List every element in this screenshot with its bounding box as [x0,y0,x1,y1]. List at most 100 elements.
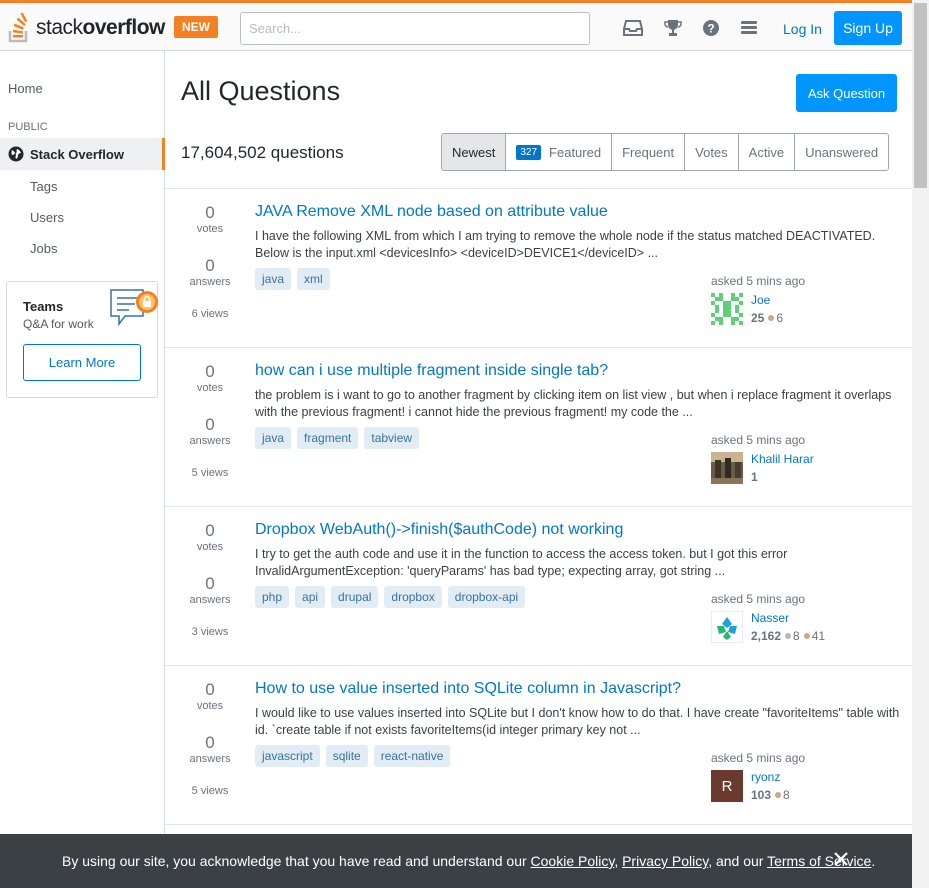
tag-sqlite[interactable]: sqlite [325,745,368,767]
view-count: 5 views [191,785,229,797]
user-name-link[interactable]: Joe [751,293,770,307]
vote-count: 0 votes [196,203,224,235]
site-switcher-icon[interactable] [738,18,760,38]
sidebar-item-jobs[interactable]: Jobs [30,241,57,256]
question-excerpt: I try to get the auth code and use it in… [255,547,788,578]
question-summary: 0 votes 0 answers 6 views JAVA Remove XM… [165,189,912,348]
tab-featured-label: Featured [549,144,602,160]
privacy-policy-link[interactable]: Privacy Policy [622,853,708,869]
asked-time: asked 5 mins ago [711,751,806,765]
tag-java[interactable]: java [255,427,292,449]
question-excerpt: the problem is i want to go to another f… [255,388,892,419]
user-reputation: 1 [751,470,758,484]
main-content: All Questions Ask Question 17,604,502 qu… [165,51,912,888]
tag-drupal[interactable]: drupal [331,586,379,608]
trophy-icon[interactable] [662,18,684,38]
page-title: All Questions [181,76,341,106]
tab-featured[interactable]: 327 Featured [505,134,611,170]
login-button[interactable]: Log In [775,17,830,41]
tag-java[interactable]: java [255,268,292,290]
asked-time: asked 5 mins ago [711,274,806,288]
user-avatar[interactable] [711,611,743,643]
tag-list: java fragment tabview [255,427,420,449]
ask-question-button[interactable]: Ask Question [796,74,897,112]
avatar-letter: R [721,777,733,795]
user-name-link[interactable]: ryonz [751,770,780,784]
asked-time: asked 5 mins ago [711,592,806,606]
tab-frequent[interactable]: Frequent [611,134,684,170]
new-badge[interactable]: NEW [174,16,218,38]
sidebar-item-users[interactable]: Users [30,210,64,225]
bronze-badge-icon [768,315,775,322]
user-name-link[interactable]: Khalil Harar [751,452,814,466]
tag-api[interactable]: api [295,586,326,608]
terms-of-service-link[interactable]: Terms of Service [767,853,871,869]
tag-dropbox-api[interactable]: dropbox-api [447,586,526,608]
tag-dropbox[interactable]: dropbox [384,586,442,608]
inbox-icon[interactable] [622,18,644,38]
answer-count: 0 answers [189,415,231,447]
tab-unanswered[interactable]: Unanswered [794,134,888,170]
teams-chat-lock-icon [110,289,158,327]
sort-filter-group: Newest 327 Featured Frequent Votes Activ… [441,133,890,171]
answer-count: 0 answers [189,733,231,765]
help-icon[interactable]: ? [700,18,722,38]
globe-icon [8,146,24,162]
close-icon[interactable] [833,851,849,867]
top-bar: stackoverflow NEW ? Log In Sign Up [0,0,912,51]
question-summary: 0 votes 0 answers 5 views how can i use … [165,348,912,507]
tag-xml[interactable]: xml [297,268,330,290]
stackoverflow-logo[interactable]: stackoverflow [8,13,165,43]
sidebar-heading-public: PUBLIC [8,121,48,133]
answer-count: 0 answers [189,574,231,606]
tab-votes[interactable]: Votes [684,134,738,170]
view-count: 3 views [191,626,229,638]
tab-active[interactable]: Active [737,134,794,170]
tag-fragment[interactable]: fragment [297,427,359,449]
tab-newest[interactable]: Newest [442,134,506,170]
signup-button[interactable]: Sign Up [834,11,902,45]
bronze-badge-icon [803,633,810,640]
silver-badge-icon [785,633,792,640]
stack-logo-icon [8,13,28,43]
user-avatar[interactable] [711,293,743,325]
vote-count: 0 votes [196,521,224,553]
scrollbar-thumb[interactable] [914,3,927,188]
question-summary: 0 votes 0 answers 3 views Dropbox WebAut… [165,507,912,666]
tag-javascript[interactable]: javascript [255,745,320,767]
asked-time: asked 5 mins ago [711,433,806,447]
user-reputation: 2,162 8 41 [751,629,826,643]
sidebar-item-label: Stack Overflow [30,146,124,162]
teams-promo: Teams Q&A for work Learn More [6,281,158,398]
svg-text:?: ? [707,22,714,36]
search-input[interactable] [240,12,590,45]
learn-more-button[interactable]: Learn More [23,344,141,381]
user-name-link[interactable]: Nasser [751,611,789,625]
question-excerpt: I would like to use values inserted into… [255,706,900,737]
user-reputation: 25 6 [751,311,784,325]
question-title-link[interactable]: JAVA Remove XML node based on attribute … [255,203,608,221]
question-summary: 0 votes 0 answers 5 views How to use val… [165,666,912,825]
bronze-badge-icon [775,792,782,799]
logo-text-light: stack [36,16,83,39]
cookie-banner: By using our site, you acknowledge that … [0,834,912,888]
sidebar-item-tags[interactable]: Tags [30,179,57,194]
question-title-link[interactable]: How to use value inserted into SQLite co… [255,680,681,698]
cookie-policy-link[interactable]: Cookie Policy [531,853,615,869]
teams-subtitle: Q&A for work [23,317,94,331]
question-title-link[interactable]: how can i use multiple fragment inside s… [255,362,608,380]
view-count: 6 views [191,308,229,320]
tag-react-native[interactable]: react-native [373,745,451,767]
question-excerpt: I have the following XML from which I am… [255,229,876,260]
sidebar-item-home[interactable]: Home [8,81,43,96]
tag-php[interactable]: php [255,586,290,608]
logo-text-bold: overflow [82,16,166,39]
question-title-link[interactable]: Dropbox WebAuth()->finish($authCode) not… [255,521,623,539]
teams-title: Teams [23,299,64,314]
sidebar-item-stack-overflow[interactable]: Stack Overflow [0,138,165,170]
user-avatar[interactable] [711,452,743,484]
vote-count: 0 votes [196,362,224,394]
answer-count: 0 answers [189,256,231,288]
tag-tabview[interactable]: tabview [364,427,420,449]
user-avatar[interactable]: R [711,770,743,802]
